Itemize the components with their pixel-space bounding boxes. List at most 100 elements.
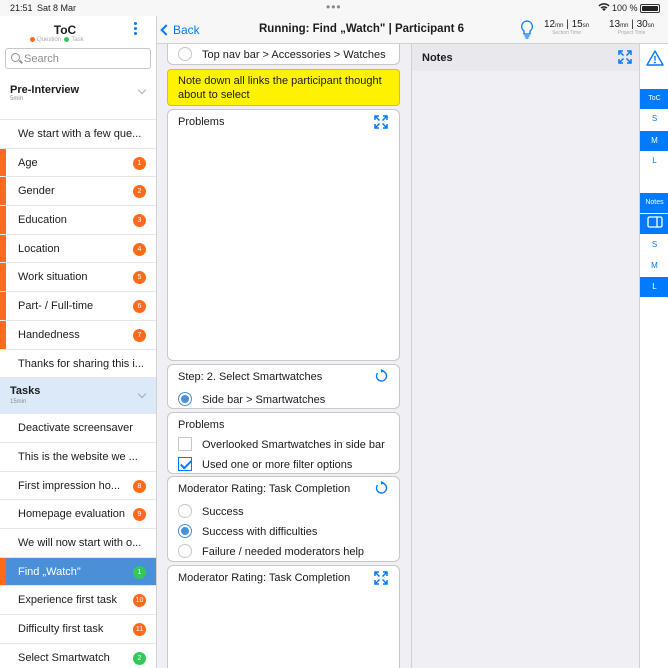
notes-panel[interactable]: Notes [411,44,640,668]
status-bar: 21:51 Sat 8 Mar ••• 100 % [0,0,668,16]
radio-option[interactable]: Success with difficulties [178,524,317,538]
reset-icon[interactable] [374,481,388,495]
list-item[interactable]: We start with a few que... [0,120,156,149]
list-item-label: Age [18,156,38,169]
radio-button[interactable] [178,544,192,558]
question-marker [0,148,6,177]
list-item[interactable]: Deactivate screensaver [0,414,156,443]
notes-size-l[interactable]: L [640,277,668,297]
list-item[interactable]: Age 1 [0,148,156,178]
section-tasks[interactable]: Tasks 15min [0,378,156,415]
list-item[interactable]: Select Smartwatch 2 [0,643,156,668]
option-label: Success with difficulties [202,526,318,538]
search-field[interactable] [5,48,151,69]
radio-button-selected[interactable] [178,392,192,406]
list-item[interactable]: This is the website we ... [0,442,156,472]
lightbulb-icon[interactable] [520,20,534,40]
rating-notes-card[interactable]: Moderator Rating: Task Completion [167,565,400,668]
section-duration: 5min [10,96,24,102]
radio-option[interactable]: Top nav bar > Accessories > Watches [178,47,386,61]
toc-sidebar: ToC Question Task Pre-Interview 5min We … [0,16,157,668]
question-marker [0,177,6,206]
checkbox[interactable] [178,437,192,451]
list-item[interactable]: Gender 2 [0,177,156,207]
checkbox-option[interactable]: Overlooked Smartwatches in side bar [178,437,385,451]
more-menu-icon[interactable] [134,22,140,37]
back-button[interactable]: Back [160,23,200,37]
step-title: Step: 2. Select Smartwatches [178,371,323,383]
option-label: Top nav bar > Accessories > Watches [202,49,386,61]
radio-button[interactable] [178,47,192,61]
radio-button[interactable] [178,504,192,518]
timer-min-unit: mn [620,23,629,29]
list-item[interactable]: Part- / Full-time 6 [0,292,156,321]
list-item[interactable]: Difficulty first task 11 [0,615,156,644]
question-marker [0,320,6,349]
list-item-label: Gender [18,185,55,198]
expand-icon[interactable] [374,571,388,585]
notes-size-m[interactable]: M [640,256,668,276]
radio-button-selected[interactable] [178,524,192,538]
task-content: Top nav bar > Accessories > Watches Note… [157,44,411,668]
notes-toggle-button[interactable]: Notes [640,193,668,213]
list-item-label: This is the website we ... [18,450,138,463]
expand-icon[interactable] [374,115,388,129]
reset-icon[interactable] [374,369,388,383]
list-item-label: Difficulty first task [18,623,104,635]
battery-percent: 100 % [612,3,638,13]
warning-icon[interactable] [646,50,664,66]
status-date: Sat 8 Mar [37,3,77,13]
list-item[interactable]: We will now start with o... [0,528,156,558]
wifi-icon [598,3,610,11]
question-marker [0,292,6,320]
toc-size-s[interactable]: S [640,109,668,129]
option-label: Side bar > Smartwatches [202,394,326,406]
search-input[interactable] [24,51,148,67]
chevron-left-icon [160,24,172,36]
toc-size-m[interactable]: M [640,131,668,151]
notes-panel-icon[interactable] [640,214,668,234]
list-item[interactable]: Work situation 5 [0,263,156,293]
timer-sec-unit: sn [582,23,590,29]
list-item[interactable]: Homepage evaluation 9 [0,500,156,529]
legend-question: Question [37,37,62,44]
radio-option[interactable]: Failure / needed moderators help [178,544,364,558]
chevron-down-icon [137,389,147,399]
section-title: Tasks [10,385,41,398]
timer-caption: Project Time [617,30,646,36]
problems-notes-card[interactable]: Problems [167,109,400,361]
notes-size-s[interactable]: S [640,235,668,255]
checkbox-checked[interactable] [178,457,192,471]
list-item-label: Homepage evaluation [18,508,126,521]
list-item-selected[interactable]: Find „Watch" 1 [0,557,156,587]
radio-option[interactable]: Success [178,504,244,518]
expand-icon[interactable] [618,50,632,64]
checkbox-option[interactable]: Used one or more filter options [178,457,352,471]
list-item[interactable]: First impression ho... 8 [0,471,156,501]
search-icon [11,53,20,62]
list-item[interactable]: Thanks for sharing this i... [0,349,156,379]
option-card: Top nav bar > Accessories > Watches [167,44,400,65]
section-pre-interview[interactable]: Pre-Interview 5min [0,72,156,120]
list-item[interactable]: Handedness 7 [0,320,156,350]
list-item[interactable]: Experience first task 10 [0,586,156,615]
radio-option[interactable]: Side bar > Smartwatches [178,392,325,406]
card-title: Problems [178,419,225,431]
battery-icon [640,4,660,13]
multitasking-dots-icon[interactable]: ••• [326,0,342,14]
timer-sec-unit: sn [647,23,655,29]
problems-checklist-card: Problems Overlooked Smartwatches in side… [167,412,400,474]
option-label: Overlooked Smartwatches in side bar [202,439,385,451]
notes-title: Notes [422,52,453,64]
list-item[interactable]: Location 4 [0,234,156,264]
toc-size-l[interactable]: L [640,151,668,171]
question-badge: 11 [133,623,146,636]
section-duration: 15min [10,399,27,406]
list-item-label: Education [18,214,67,227]
card-title: Moderator Rating: Task Completion [178,483,351,495]
option-label: Used one or more filter options [202,459,353,471]
list-item-label: Find „Watch" [18,565,81,578]
toc-toggle-button[interactable]: ToC [640,89,668,109]
task-dot-icon [64,37,70,42]
list-item[interactable]: Education 3 [0,206,156,235]
